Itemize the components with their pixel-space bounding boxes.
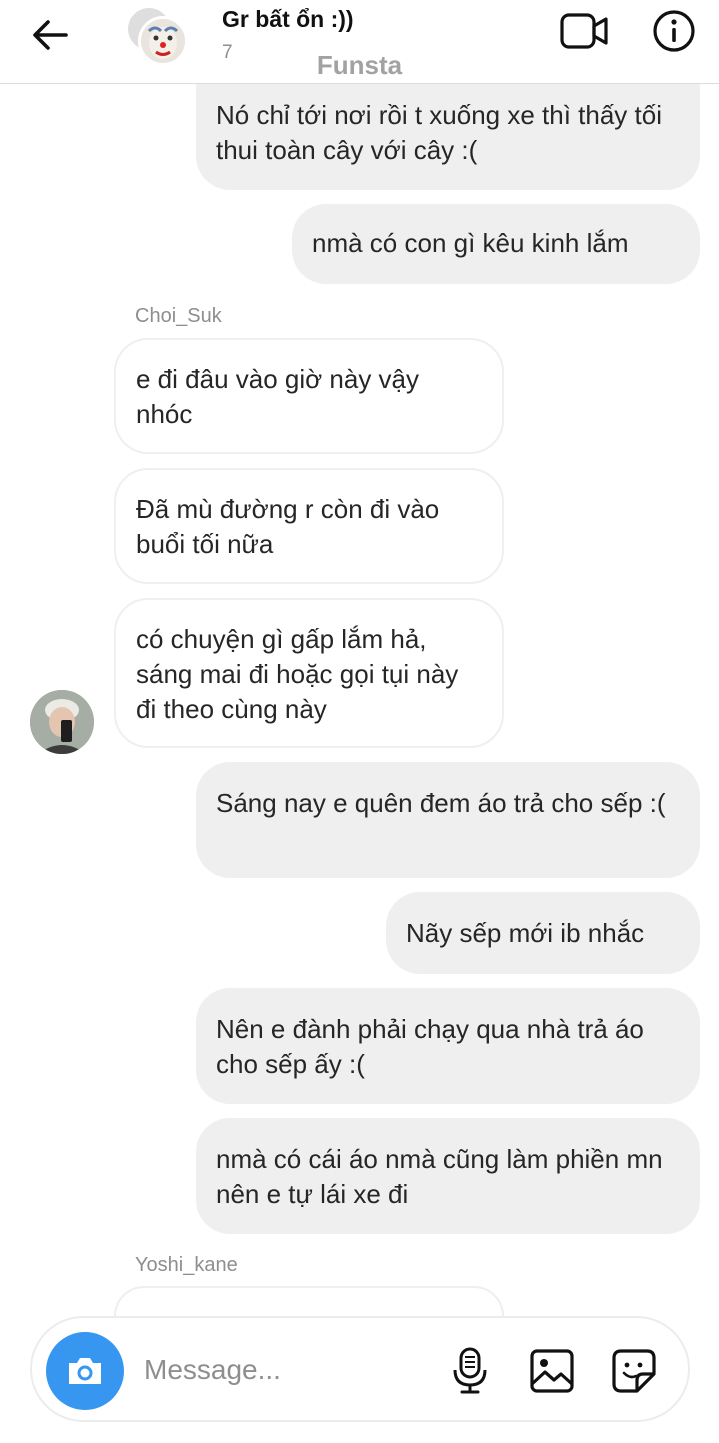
sender-name: Choi_Suk [135, 305, 222, 327]
sender-name: Yoshi_kane [135, 1254, 238, 1276]
message-bubble-outgoing[interactable]: Sáng nay e quên đem áo trả cho sếp :( [196, 762, 700, 878]
image-icon [530, 1349, 574, 1393]
message-bubble-outgoing[interactable]: Nó chỉ tới nơi rồi t xuống xe thì thấy t… [196, 80, 700, 190]
microphone-icon [453, 1347, 487, 1394]
message-bubble-incoming[interactable]: Đã mù đường r còn đi vào buổi tối nữa [114, 468, 504, 584]
sticker-button[interactable] [608, 1344, 660, 1398]
sticker-icon [612, 1349, 656, 1393]
gallery-button[interactable] [526, 1344, 578, 1398]
voice-message-button[interactable] [444, 1344, 496, 1398]
video-camera-icon [560, 13, 608, 49]
video-call-button[interactable] [556, 8, 612, 54]
message-bubble-outgoing[interactable]: Nên e đành phải chạy qua nhà trả áo cho … [196, 988, 700, 1104]
message-bubble-outgoing[interactable]: nmà có cái áo nmà cũng làm phiền mn nên … [196, 1118, 700, 1234]
info-button[interactable] [650, 8, 698, 54]
user-photo [30, 690, 94, 754]
message-input[interactable] [144, 1348, 424, 1392]
arrow-left-icon [33, 20, 68, 50]
info-icon [653, 10, 695, 52]
message-bubble-outgoing[interactable]: Nãy sếp mới ib nhắc [386, 892, 700, 974]
funsta-watermark: Funsta [316, 50, 403, 80]
message-bubble-outgoing[interactable]: nmà có con gì kêu kinh lắm [292, 204, 700, 284]
message-composer [30, 1316, 690, 1422]
camera-icon [69, 1358, 101, 1384]
message-bubble-incoming[interactable]: có chuyện gì gấp lắm hả, sáng mai đi hoặ… [114, 598, 504, 748]
camera-button[interactable] [46, 1332, 124, 1410]
sender-avatar[interactable] [30, 690, 94, 754]
message-bubble-incoming[interactable]: e đi đâu vào giờ này vậy nhóc [114, 338, 504, 454]
chat-title[interactable]: Gr bất ổn :)) [222, 6, 354, 33]
